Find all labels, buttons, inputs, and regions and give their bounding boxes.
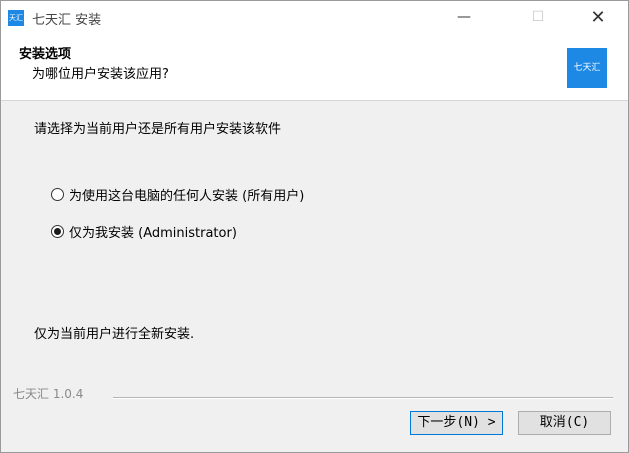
title-bar[interactable]: 天汇 七天汇 安装 — ☐ ✕ xyxy=(1,1,628,34)
option-description: 仅为当前用户进行全新安装. xyxy=(34,327,195,342)
page-subtitle: 为哪位用户安装该应用? xyxy=(32,67,169,82)
brand-version: 七天汇 1.0.4 xyxy=(13,387,84,401)
minimize-button[interactable]: — xyxy=(441,1,487,34)
app-logo: 七天汇 xyxy=(567,48,607,88)
app-icon: 天汇 xyxy=(8,10,24,26)
radio-all-users[interactable] xyxy=(51,188,64,201)
footer-divider xyxy=(113,397,613,399)
wizard-body: 请选择为当前用户还是所有用户安装该软件 为使用这台电脑的任何人安装 (所有用户)… xyxy=(1,101,628,452)
close-button[interactable]: ✕ xyxy=(575,1,621,34)
radio-current-user[interactable] xyxy=(51,225,64,238)
maximize-button[interactable]: ☐ xyxy=(515,1,561,34)
option-all-users-label[interactable]: 为使用这台电脑的任何人安装 (所有用户) xyxy=(69,185,304,204)
installer-window: 天汇 七天汇 安装 — ☐ ✕ 安装选项 为哪位用户安装该应用? 七天汇 请选择… xyxy=(0,0,629,453)
cancel-button[interactable]: 取消(C) xyxy=(518,411,611,435)
window-title: 七天汇 安装 xyxy=(32,13,102,28)
wizard-header: 安装选项 为哪位用户安装该应用? 七天汇 xyxy=(1,34,628,101)
option-current-user[interactable]: 仅为我安装 (Administrator) xyxy=(51,222,237,241)
next-button[interactable]: 下一步(N) > xyxy=(410,411,503,435)
prompt-text: 请选择为当前用户还是所有用户安装该软件 xyxy=(34,122,282,137)
option-current-user-label[interactable]: 仅为我安装 (Administrator) xyxy=(69,222,237,241)
page-title: 安装选项 xyxy=(19,47,72,62)
option-all-users[interactable]: 为使用这台电脑的任何人安装 (所有用户) xyxy=(51,185,304,204)
